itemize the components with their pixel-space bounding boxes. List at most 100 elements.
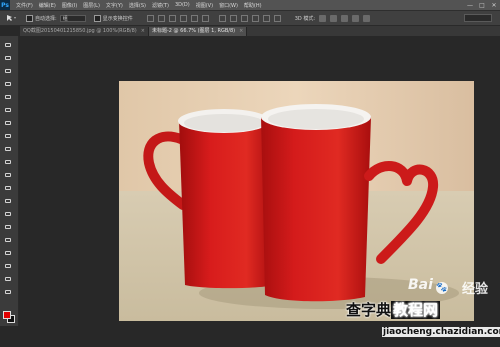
type-tool-icon[interactable] [4,237,13,244]
minimize-button[interactable]: — [464,0,476,10]
quick-select-tool-icon[interactable] [4,81,13,88]
watermark-baidu-text: Bai [408,277,433,293]
distribute-right-icon[interactable] [273,14,281,22]
blur-tool-glyph [5,199,11,203]
document-tab-active[interactable]: 未标题-2 @ 66.7% (图层 1, RGB/8) × [148,27,248,36]
menu-view[interactable]: 视图(V) [196,2,213,9]
hand-tool-icon[interactable] [4,276,13,283]
quick-select-tool-glyph [5,82,11,86]
menu-edit[interactable]: 编辑(E) [39,2,56,9]
move-tool-glyph [5,43,11,47]
marquee-tool-glyph [5,56,11,60]
gradient-tool-glyph [5,186,11,190]
foreground-color-swatch[interactable] [3,311,11,319]
distribute-top-icon[interactable] [218,14,226,22]
tab-label: 未标题-2 @ 66.7% (图层 1, RGB/8) [151,28,236,34]
3d-drag-icon[interactable] [341,14,349,22]
dodge-tool-glyph [5,212,11,216]
menu-window[interactable]: 窗口(W) [219,2,238,9]
maximize-button[interactable]: □ [476,0,488,10]
eyedropper-tool-glyph [5,108,11,112]
distribute-vcenter-icon[interactable] [229,14,237,22]
pen-tool-glyph [5,225,11,229]
watermark-site-name: 查字典 教程网 [346,299,441,320]
blur-tool-icon[interactable] [4,198,13,205]
watermark-site-boxed: 教程网 [391,301,441,319]
brush-tool-glyph [5,134,11,138]
tools-panel [0,36,19,326]
gradient-tool-icon[interactable] [4,185,13,192]
3d-rotate-icon[interactable] [319,14,327,22]
pen-tool-icon[interactable] [4,224,13,231]
menu-filter[interactable]: 滤镜(T) [152,2,169,9]
menu-file[interactable]: 文件(F) [16,2,33,9]
close-button[interactable]: ✕ [488,0,500,10]
menu-layer[interactable]: 图层(L) [83,2,100,9]
healing-brush-tool-icon[interactable] [4,120,13,127]
distribute-bottom-icon[interactable] [240,14,248,22]
watermark-jingyan-text: 经验 [462,282,489,297]
3d-scale-icon[interactable] [363,14,371,22]
tab-label: QQ截图20150401215850.jpg @ 100%(RGB/8) [23,28,137,34]
3d-mode-label: 3D 模式: [294,15,316,22]
zoom-tool-icon[interactable] [4,289,13,296]
photoshop-logo: Ps [0,0,10,10]
zoom-tool-glyph [5,290,11,294]
close-tab-icon[interactable]: × [239,27,243,36]
path-select-tool-icon[interactable] [4,250,13,257]
distribute-hcenter-icon[interactable] [262,14,270,22]
align-bottom-icon[interactable] [168,14,176,22]
window-controls: — □ ✕ [464,0,500,10]
auto-select-label: 自动选择: [35,15,57,22]
align-left-icon[interactable] [179,14,187,22]
healing-brush-tool-glyph [5,121,11,125]
canvas-area[interactable]: Bai 🐾 经验 查字典 教程网 jiaocheng.chazidian.com [19,36,500,347]
document-tab-bar: QQ截图20150401215850.jpg @ 100%(RGB/8) × 未… [20,26,500,36]
eraser-tool-glyph [5,173,11,177]
options-bar: 自动选择: 组 显示变换控件 3D 模式: [0,10,500,26]
3d-roll-icon[interactable] [330,14,338,22]
3d-slide-icon[interactable] [352,14,360,22]
marquee-tool-icon[interactable] [4,55,13,62]
document-tab[interactable]: QQ截图20150401215850.jpg @ 100%(RGB/8) × [20,27,149,36]
watermark: Bai 🐾 经验 查字典 教程网 jiaocheng.chazidian.com [338,275,500,345]
baidu-paw-icon: 🐾 [436,282,448,294]
crop-tool-glyph [5,95,11,99]
history-brush-tool-glyph [5,160,11,164]
eyedropper-tool-icon[interactable] [4,107,13,114]
type-tool-glyph [5,238,11,242]
clone-stamp-tool-icon[interactable] [4,146,13,153]
lasso-tool-icon[interactable] [4,68,13,75]
history-brush-tool-icon[interactable] [4,159,13,166]
lasso-tool-glyph [5,69,11,73]
align-top-icon[interactable] [146,14,154,22]
dodge-tool-icon[interactable] [4,211,13,218]
move-tool-icon[interactable] [4,42,13,49]
hand-tool-glyph [5,277,11,281]
shape-tool-glyph [5,264,11,268]
close-tab-icon[interactable]: × [141,27,145,36]
brush-tool-icon[interactable] [4,133,13,140]
distribute-left-icon[interactable] [251,14,259,22]
menu-bar: Ps 文件(F) 编辑(E) 图像(I) 图层(L) 文字(Y) 选择(S) 滤… [0,0,500,10]
watermark-url: jiaocheng.chazidian.com [382,327,500,337]
shape-tool-icon[interactable] [4,263,13,270]
clone-stamp-tool-glyph [5,147,11,151]
watermark-site-prefix: 查字典 [346,301,392,319]
menu-type[interactable]: 文字(Y) [106,2,123,9]
eraser-tool-icon[interactable] [4,172,13,179]
tool-preset-picker[interactable] [2,13,20,23]
auto-select-checkbox[interactable] [26,14,33,22]
menu-3d[interactable]: 3D(D) [175,2,190,8]
path-select-tool-glyph [5,251,11,255]
menu-select[interactable]: 选择(S) [129,2,146,9]
align-hcenter-icon[interactable] [190,14,198,22]
menu-help[interactable]: 帮助(H) [244,2,262,9]
workspace-switcher[interactable] [464,14,492,22]
align-right-icon[interactable] [201,14,209,22]
menu-image[interactable]: 图像(I) [62,2,77,9]
align-vcenter-icon[interactable] [157,14,165,22]
crop-tool-icon[interactable] [4,94,13,101]
show-transform-checkbox[interactable] [93,14,101,22]
auto-select-dropdown[interactable]: 组 [59,14,86,22]
